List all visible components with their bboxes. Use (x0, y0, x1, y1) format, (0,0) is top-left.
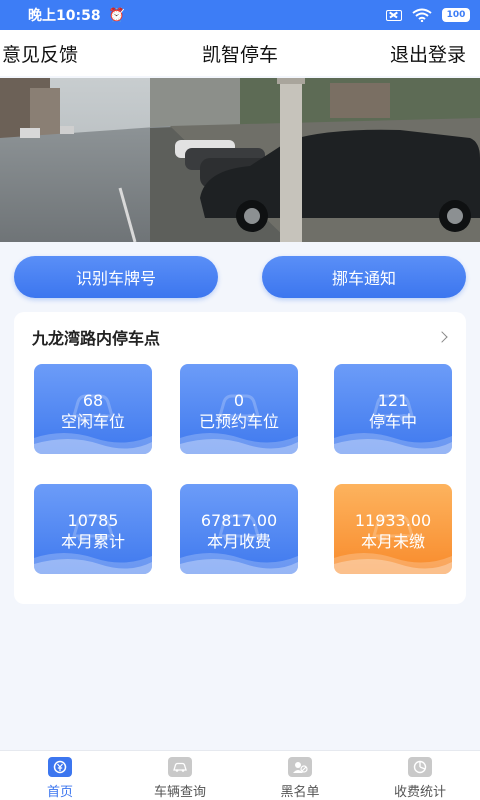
feedback-button[interactable]: 意见反馈 (2, 40, 78, 67)
recognize-plate-button[interactable]: 识别车牌号 (14, 256, 218, 298)
bottom-nav: 首页 车辆查询 黑名单 收费统计 (0, 750, 480, 800)
parking-lot-header[interactable]: 九龙湾路内停车点 (32, 326, 450, 348)
battery-icon: 100 (442, 8, 470, 22)
nav-item-home[interactable]: 首页 (0, 751, 120, 800)
stat-free-spaces[interactable]: 68 空闲车位 (34, 364, 152, 454)
stat-label: 停车中 (368, 412, 417, 431)
stat-value: 0 (233, 391, 245, 410)
parking-lot-name: 九龙湾路内停车点 (32, 329, 161, 348)
blacklist-icon (288, 757, 312, 777)
stat-value: 67817.00 (200, 511, 278, 530)
stat-reserved-spaces[interactable]: 0 已预约车位 (180, 364, 298, 454)
wifi-icon (412, 8, 432, 22)
no-sim-icon (386, 9, 402, 21)
nav-label: 收费统计 (393, 785, 446, 800)
stat-value: 121 (377, 391, 409, 410)
banner-image (0, 78, 480, 242)
logout-button[interactable]: 退出登录 (390, 40, 466, 67)
nav-item-blacklist[interactable]: 黑名单 (240, 751, 360, 800)
stats-icon (408, 757, 432, 777)
stat-value: 10785 (67, 511, 119, 530)
car-search-icon (168, 757, 192, 777)
alarm-off-icon: ⏰̸ (108, 7, 125, 23)
stat-month-unpaid[interactable]: 11933.00 本月未缴 (334, 484, 452, 574)
nav-item-fee-stats[interactable]: 收费统计 (360, 751, 480, 800)
move-car-notice-button[interactable]: 挪车通知 (262, 256, 466, 298)
stat-label: 本月累计 (60, 532, 125, 551)
nav-label: 黑名单 (280, 785, 320, 800)
home-icon (48, 757, 72, 777)
stat-label: 已预约车位 (198, 412, 279, 431)
stat-value: 68 (82, 391, 104, 410)
stat-month-revenue[interactable]: 67817.00 本月收费 (180, 484, 298, 574)
clock: 晚上10:58 (28, 8, 101, 24)
street-photo (0, 78, 480, 242)
status-icons: 100 (386, 8, 470, 22)
app-header: 意见反馈 凯智停车 退出登录 (0, 30, 480, 76)
stat-month-total[interactable]: 10785 本月累计 (34, 484, 152, 574)
nav-item-vehicle-search[interactable]: 车辆查询 (120, 751, 240, 800)
status-bar: 晚上10:58 ⏰̸ 100 (0, 0, 480, 30)
chevron-right-icon (436, 331, 448, 343)
nav-label: 车辆查询 (153, 785, 206, 800)
nav-label: 首页 (46, 785, 73, 800)
stat-label: 本月未缴 (360, 532, 425, 551)
parking-lot-card: 九龙湾路内停车点 68 空闲车位 0 已预约车位 121 停车中 10785 本… (14, 312, 466, 604)
stat-label: 本月收费 (206, 532, 271, 551)
stat-label: 空闲车位 (60, 412, 125, 431)
stat-value: 11933.00 (354, 511, 432, 530)
stat-parking-now[interactable]: 121 停车中 (334, 364, 452, 454)
